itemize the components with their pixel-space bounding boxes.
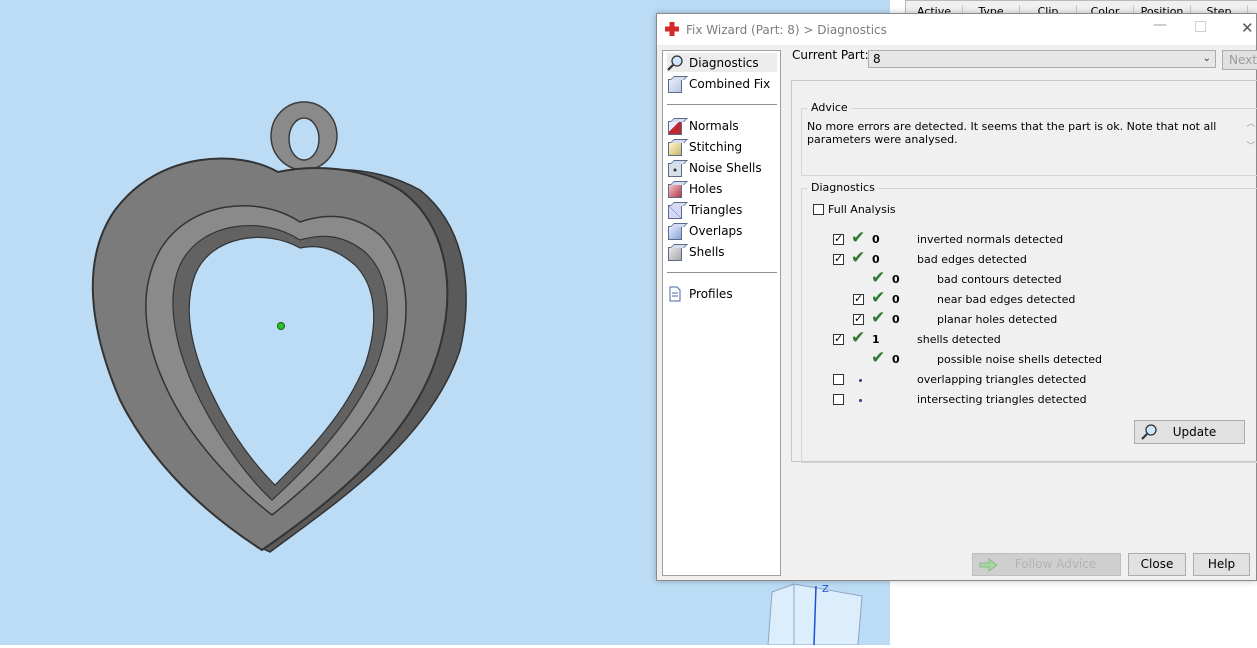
diag-label: inverted normals detected: [917, 233, 1064, 246]
nav-label: Normals: [689, 118, 739, 133]
current-part-label: Current Part:: [792, 48, 869, 62]
nav-item-profiles[interactable]: Profiles: [667, 284, 733, 303]
current-part-select[interactable]: 8 ⌄: [868, 50, 1216, 68]
check-icon: ✔: [871, 348, 886, 368]
fix-wizard-dialog: Fix Wizard (Part: 8) > Diagnostics — ✕ D…: [656, 13, 1257, 581]
arrow-right-icon: [979, 558, 998, 572]
diag-label: intersecting triangles detected: [917, 393, 1087, 406]
document-icon: [667, 286, 683, 302]
magnifier-icon: [667, 54, 683, 71]
check-icon: ✔: [871, 288, 886, 308]
nav-label: Stitching: [689, 139, 743, 154]
nav-item-triangles[interactable]: Triangles: [667, 200, 742, 219]
pending-dot-icon: [859, 399, 862, 402]
magnifier-icon: [1141, 424, 1157, 440]
check-icon: ✔: [851, 328, 866, 348]
z-axis-label: Z: [822, 584, 829, 595]
diag-label: overlapping triangles detected: [917, 373, 1087, 386]
help-button[interactable]: Help: [1193, 553, 1250, 576]
nav-item-diagnostics[interactable]: Diagnostics: [667, 53, 777, 72]
diag-count: 0: [892, 273, 900, 286]
pending-dot-icon: [859, 379, 862, 382]
cube-icon: [667, 76, 683, 93]
check-icon: ✔: [871, 308, 886, 328]
full-analysis-checkbox[interactable]: [813, 204, 824, 215]
diag-count: 0: [892, 353, 900, 366]
full-analysis-label: Full Analysis: [828, 203, 896, 216]
diag-checkbox-near-bad-edges[interactable]: [853, 292, 864, 305]
diag-count: 0: [872, 253, 880, 266]
diag-label: planar holes detected: [937, 313, 1058, 326]
check-icon: ✔: [851, 248, 866, 268]
diagnostics-group: Diagnostics Full Analysis ✔ 0 inverted n…: [801, 181, 1257, 463]
diag-checkbox-planar-holes[interactable]: [853, 312, 864, 325]
advice-group: Advice No more errors are detected. It s…: [801, 101, 1257, 176]
current-part-value: 8: [873, 52, 881, 66]
nav-separator: [667, 272, 777, 273]
diag-count: 0: [892, 293, 900, 306]
diag-label: bad contours detected: [937, 273, 1062, 286]
fix-wizard-nav: Diagnostics Combined Fix Normals Stitchi…: [662, 50, 781, 576]
update-button[interactable]: Update: [1134, 420, 1245, 444]
advice-text: No more errors are detected. It seems th…: [807, 120, 1217, 146]
advice-title: Advice: [808, 101, 851, 114]
nav-label: Diagnostics: [689, 55, 759, 70]
nav-label: Noise Shells: [689, 160, 762, 175]
chevron-down-icon: ⌄: [1202, 53, 1211, 64]
check-icon: ✔: [851, 228, 866, 248]
dialog-titlebar[interactable]: Fix Wizard (Part: 8) > Diagnostics — ✕: [657, 14, 1256, 45]
minimize-button[interactable]: —: [1153, 17, 1167, 33]
nav-item-holes[interactable]: Holes: [667, 179, 722, 198]
check-icon: ✔: [871, 268, 886, 288]
overlaps-cube-icon: [667, 223, 683, 240]
nav-separator: [667, 104, 777, 105]
orientation-cube[interactable]: Z: [764, 582, 874, 648]
diag-label: near bad edges detected: [937, 293, 1076, 306]
shells-cube-icon: [667, 244, 683, 261]
diagnostics-panel: Advice No more errors are detected. It s…: [791, 80, 1257, 463]
normals-cube-icon: [667, 118, 683, 135]
close-button[interactable]: Close: [1128, 553, 1186, 576]
diag-checkbox-inverted-normals[interactable]: [833, 232, 844, 245]
diag-label: possible noise shells detected: [937, 353, 1103, 366]
diagnostics-title: Diagnostics: [808, 181, 878, 194]
diag-count: 0: [872, 233, 880, 246]
holes-cube-icon: [667, 181, 683, 198]
update-label: Update: [1172, 425, 1217, 439]
nav-label: Triangles: [689, 202, 743, 217]
maximize-button[interactable]: [1195, 21, 1206, 32]
diag-label: shells detected: [917, 333, 1001, 346]
next-button[interactable]: Next: [1222, 50, 1257, 70]
close-window-button[interactable]: ✕: [1241, 19, 1254, 37]
nav-label: Combined Fix: [689, 76, 771, 91]
red-cross-icon: [665, 22, 679, 36]
diag-count: 0: [892, 313, 900, 326]
diag-checkbox-overlapping-triangles[interactable]: [833, 374, 844, 385]
diag-count: 1: [872, 333, 880, 346]
dialog-title: Fix Wizard (Part: 8) > Diagnostics: [686, 23, 887, 37]
nav-item-combined-fix[interactable]: Combined Fix: [667, 74, 770, 93]
follow-advice-label: Follow Advice: [1014, 557, 1097, 571]
diag-checkbox-shells[interactable]: [833, 332, 844, 345]
nav-label: Holes: [689, 181, 723, 196]
nav-item-stitching[interactable]: Stitching: [667, 137, 742, 156]
nav-label: Overlaps: [689, 223, 743, 238]
stitching-cube-icon: [667, 139, 683, 156]
diag-label: bad edges detected: [917, 253, 1027, 266]
nav-item-shells[interactable]: Shells: [667, 242, 725, 261]
diag-checkbox-bad-edges[interactable]: [833, 252, 844, 265]
nav-label: Profiles: [689, 286, 733, 301]
noise-shells-icon: [667, 160, 683, 177]
diag-checkbox-intersecting-triangles[interactable]: [833, 394, 844, 405]
follow-advice-button[interactable]: Follow Advice: [972, 553, 1121, 576]
triangles-cube-icon: [667, 202, 683, 219]
nav-item-normals[interactable]: Normals: [667, 116, 739, 135]
nav-item-noise-shells[interactable]: Noise Shells: [667, 158, 762, 177]
nav-item-overlaps[interactable]: Overlaps: [667, 221, 742, 240]
advice-scrollbar[interactable]: ︿ ﹀: [1244, 116, 1257, 160]
nav-label: Shells: [689, 244, 725, 259]
